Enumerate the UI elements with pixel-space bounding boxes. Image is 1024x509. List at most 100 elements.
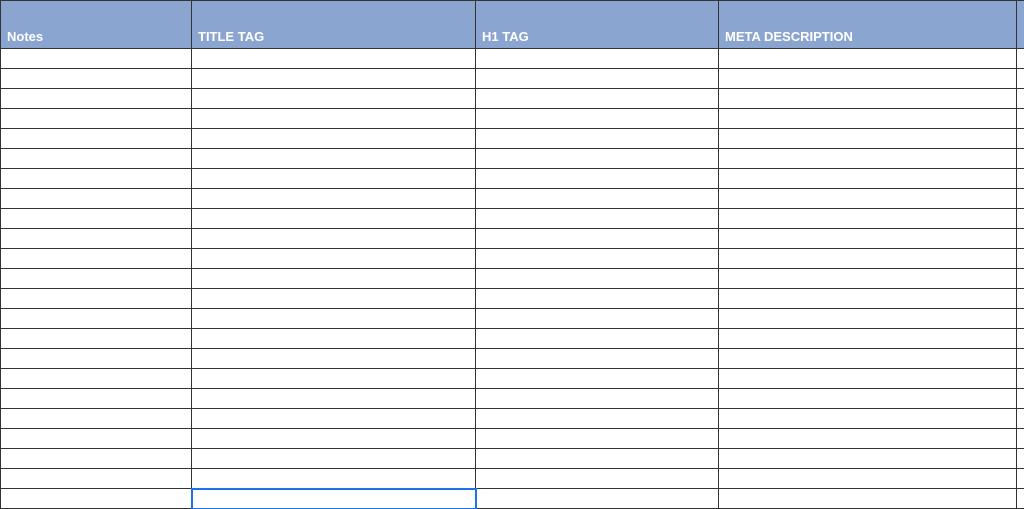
cell-h1_tag[interactable] — [476, 389, 719, 409]
cell-title_tag[interactable] — [192, 429, 476, 449]
cell-meta_description[interactable] — [719, 229, 1017, 249]
cell-meta_description[interactable] — [719, 269, 1017, 289]
cell-meta_description[interactable] — [719, 209, 1017, 229]
cell-notes[interactable] — [1, 269, 192, 289]
cell-h1_tag[interactable] — [476, 129, 719, 149]
cell-h1_tag[interactable] — [476, 489, 719, 509]
cell-meta_description[interactable] — [719, 409, 1017, 429]
header-h1-tag[interactable]: H1 TAG — [476, 1, 719, 49]
spreadsheet-table[interactable]: Notes TITLE TAG H1 TAG META DESCRIPTION — [0, 0, 1024, 509]
cell-notes[interactable] — [1, 289, 192, 309]
cell-title_tag[interactable] — [192, 69, 476, 89]
cell-title_tag[interactable] — [192, 49, 476, 69]
cell-h1_tag[interactable] — [476, 89, 719, 109]
cell-meta_description[interactable] — [719, 169, 1017, 189]
cell-notes[interactable] — [1, 149, 192, 169]
cell-h1_tag[interactable] — [476, 289, 719, 309]
cell-h1_tag[interactable] — [476, 249, 719, 269]
cell-notes[interactable] — [1, 109, 192, 129]
cell-title_tag[interactable] — [192, 189, 476, 209]
cell-meta_description[interactable] — [719, 389, 1017, 409]
cell-h1_tag[interactable] — [476, 269, 719, 289]
cell-notes[interactable] — [1, 389, 192, 409]
cell-meta_description[interactable] — [719, 489, 1017, 509]
cell-title_tag[interactable] — [192, 329, 476, 349]
cell-title_tag[interactable] — [192, 109, 476, 129]
cell-title_tag[interactable] — [192, 469, 476, 489]
cell-meta_description[interactable] — [719, 109, 1017, 129]
cell-title_tag[interactable] — [192, 409, 476, 429]
cell-h1_tag[interactable] — [476, 409, 719, 429]
cell-notes[interactable] — [1, 69, 192, 89]
cell-notes[interactable] — [1, 369, 192, 389]
cell-meta_description[interactable] — [719, 429, 1017, 449]
cell-meta_description[interactable] — [719, 329, 1017, 349]
cell-meta_description[interactable] — [719, 189, 1017, 209]
cell-title_tag[interactable] — [192, 289, 476, 309]
cell-notes[interactable] — [1, 449, 192, 469]
cell-h1_tag[interactable] — [476, 49, 719, 69]
cell-notes[interactable] — [1, 229, 192, 249]
cell-notes[interactable] — [1, 49, 192, 69]
header-title-tag[interactable]: TITLE TAG — [192, 1, 476, 49]
cell-notes[interactable] — [1, 89, 192, 109]
cell-title_tag[interactable] — [192, 269, 476, 289]
cell-notes[interactable] — [1, 309, 192, 329]
cell-meta_description[interactable] — [719, 309, 1017, 329]
cell-title_tag[interactable] — [192, 129, 476, 149]
cell-title_tag[interactable] — [192, 489, 476, 509]
header-notes[interactable]: Notes — [1, 1, 192, 49]
cell-notes[interactable] — [1, 349, 192, 369]
cell-notes[interactable] — [1, 469, 192, 489]
cell-h1_tag[interactable] — [476, 349, 719, 369]
cell-meta_description[interactable] — [719, 49, 1017, 69]
cell-notes[interactable] — [1, 489, 192, 509]
cell-title_tag[interactable] — [192, 309, 476, 329]
cell-notes[interactable] — [1, 209, 192, 229]
cell-meta_description[interactable] — [719, 69, 1017, 89]
cell-meta_description[interactable] — [719, 249, 1017, 269]
cell-title_tag[interactable] — [192, 449, 476, 469]
cell-h1_tag[interactable] — [476, 369, 719, 389]
cell-notes[interactable] — [1, 429, 192, 449]
cell-h1_tag[interactable] — [476, 309, 719, 329]
cell-h1_tag[interactable] — [476, 229, 719, 249]
cell-h1_tag[interactable] — [476, 429, 719, 449]
cell-title_tag[interactable] — [192, 369, 476, 389]
cell-title_tag[interactable] — [192, 169, 476, 189]
cell-notes[interactable] — [1, 329, 192, 349]
cell-notes[interactable] — [1, 169, 192, 189]
cell-h1_tag[interactable] — [476, 69, 719, 89]
cell-meta_description[interactable] — [719, 89, 1017, 109]
cell-edge — [1017, 249, 1024, 269]
cell-meta_description[interactable] — [719, 449, 1017, 469]
cell-meta_description[interactable] — [719, 349, 1017, 369]
cell-h1_tag[interactable] — [476, 109, 719, 129]
cell-meta_description[interactable] — [719, 129, 1017, 149]
cell-meta_description[interactable] — [719, 149, 1017, 169]
cell-h1_tag[interactable] — [476, 449, 719, 469]
cell-h1_tag[interactable] — [476, 329, 719, 349]
cell-h1_tag[interactable] — [476, 169, 719, 189]
cell-title_tag[interactable] — [192, 149, 476, 169]
table-row — [1, 409, 1024, 429]
cell-notes[interactable] — [1, 249, 192, 269]
cell-meta_description[interactable] — [719, 469, 1017, 489]
cell-notes[interactable] — [1, 189, 192, 209]
table-row — [1, 189, 1024, 209]
cell-title_tag[interactable] — [192, 89, 476, 109]
cell-title_tag[interactable] — [192, 209, 476, 229]
header-meta-description[interactable]: META DESCRIPTION — [719, 1, 1017, 49]
cell-h1_tag[interactable] — [476, 189, 719, 209]
cell-h1_tag[interactable] — [476, 469, 719, 489]
cell-title_tag[interactable] — [192, 249, 476, 269]
cell-notes[interactable] — [1, 409, 192, 429]
cell-h1_tag[interactable] — [476, 149, 719, 169]
cell-title_tag[interactable] — [192, 389, 476, 409]
cell-meta_description[interactable] — [719, 289, 1017, 309]
cell-h1_tag[interactable] — [476, 209, 719, 229]
cell-notes[interactable] — [1, 129, 192, 149]
cell-meta_description[interactable] — [719, 369, 1017, 389]
cell-title_tag[interactable] — [192, 229, 476, 249]
cell-title_tag[interactable] — [192, 349, 476, 369]
